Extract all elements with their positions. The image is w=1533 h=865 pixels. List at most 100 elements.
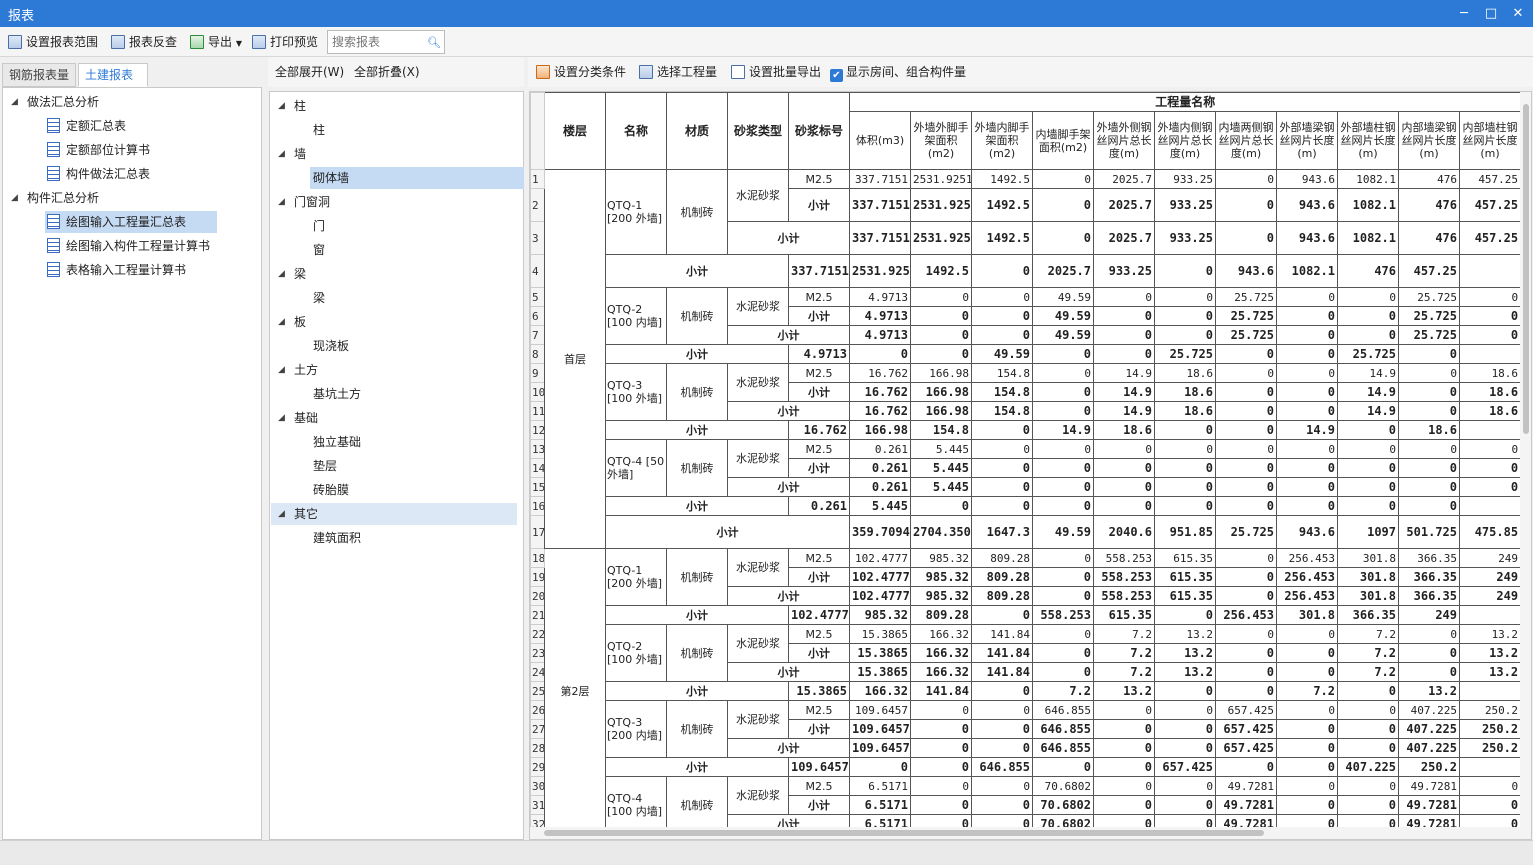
tree-item-quota-summary[interactable]: 定额汇总表 [47, 115, 126, 137]
value-cell[interactable]: 18.6 [1154, 382, 1216, 402]
value-cell[interactable]: 558.253 [1093, 586, 1155, 606]
value-cell[interactable]: 0 [1215, 401, 1277, 421]
value-cell[interactable]: 0 [1215, 567, 1277, 587]
value-cell[interactable]: 0 [1215, 477, 1277, 497]
value-cell[interactable]: 250.2 [1398, 757, 1460, 777]
value-cell[interactable]: 0 [1458, 795, 1522, 815]
value-cell[interactable]: 0 [910, 776, 972, 796]
value-cell[interactable]: 5.445 [910, 458, 972, 478]
value-cell[interactable]: 0 [1276, 287, 1338, 307]
value-cell[interactable]: 18.6 [1458, 363, 1522, 383]
value-cell[interactable]: 14.9 [1093, 401, 1155, 421]
value-cell[interactable]: 18.6 [1093, 420, 1155, 440]
value-cell[interactable]: 0 [910, 344, 972, 364]
value-cell[interactable]: 1082.1 [1337, 188, 1399, 222]
tree-node-item[interactable]: 门 [313, 215, 325, 237]
value-cell[interactable]: 0 [1032, 439, 1094, 459]
collapse-icon[interactable]: ◢ [278, 503, 288, 525]
value-cell[interactable]: 102.4777 [849, 586, 911, 606]
value-cell[interactable]: 7.2 [1093, 624, 1155, 644]
value-cell[interactable]: 475.85 [1458, 515, 1522, 549]
value-cell[interactable]: 154.8 [971, 401, 1033, 421]
value-cell[interactable]: 301.8 [1337, 567, 1399, 587]
tree-node-item[interactable]: 砖胎膜 [313, 479, 349, 501]
value-cell[interactable]: 0 [1093, 325, 1155, 345]
value-cell[interactable]: 166.98 [910, 401, 972, 421]
value-cell[interactable]: 0.261 [788, 496, 850, 516]
tree-node-item[interactable]: 砌体墙 [310, 167, 524, 189]
column-header[interactable]: 外部墙柱钢丝网片长度(m) [1337, 111, 1399, 170]
value-cell[interactable]: 0 [1276, 458, 1338, 478]
value-cell[interactable]: 0 [1154, 496, 1216, 516]
value-cell[interactable]: 558.253 [1093, 548, 1155, 568]
value-cell[interactable]: 1492.5 [971, 221, 1033, 255]
value-cell[interactable]: 0 [1458, 306, 1522, 326]
value-cell[interactable]: 1492.5 [971, 188, 1033, 222]
value-cell[interactable]: 0 [1032, 169, 1094, 189]
value-cell[interactable]: 25.725 [1215, 287, 1277, 307]
value-cell[interactable]: 13.2 [1398, 681, 1460, 701]
value-cell[interactable]: 0 [1276, 757, 1338, 777]
value-cell[interactable]: 0 [1398, 624, 1460, 644]
value-cell[interactable]: 49.7281 [1215, 776, 1277, 796]
value-cell[interactable]: 49.7281 [1398, 776, 1460, 796]
tab-rebar-report[interactable]: 钢筋报表量 [2, 63, 76, 87]
value-cell[interactable]: 2040.6 [1093, 515, 1155, 549]
value-cell[interactable]: 0 [910, 496, 972, 516]
value-cell[interactable]: 0 [1154, 605, 1216, 625]
value-cell[interactable]: 0 [1215, 643, 1277, 663]
value-cell[interactable]: 0 [1032, 221, 1094, 255]
value-cell[interactable]: 0 [1032, 548, 1094, 568]
value-cell[interactable]: 0 [971, 458, 1033, 478]
value-cell[interactable]: 109.6457 [849, 700, 911, 720]
value-cell[interactable]: 13.2 [1458, 662, 1522, 682]
value-cell[interactable]: 5.445 [849, 496, 911, 516]
value-cell[interactable]: 166.32 [910, 643, 972, 663]
value-cell[interactable]: 943.6 [1276, 515, 1338, 549]
value-cell[interactable]: 457.25 [1458, 169, 1522, 189]
value-cell[interactable]: 366.35 [1398, 586, 1460, 606]
value-cell[interactable]: 933.25 [1154, 221, 1216, 255]
value-cell[interactable]: 0 [1093, 700, 1155, 720]
batch-export-button[interactable]: 设置批量导出 [731, 63, 821, 81]
value-cell[interactable]: 0 [1093, 776, 1155, 796]
value-cell[interactable]: 7.2 [1093, 662, 1155, 682]
value-cell[interactable]: 141.84 [971, 662, 1033, 682]
column-header[interactable]: 外墙内侧钢丝网片总长度(m) [1154, 111, 1216, 170]
value-cell[interactable]: 49.7281 [1215, 795, 1277, 815]
value-cell[interactable]: 18.6 [1154, 401, 1216, 421]
value-cell[interactable]: 646.855 [1032, 738, 1094, 758]
value-cell[interactable]: 0 [1458, 287, 1522, 307]
tree-node-category[interactable]: ◢ 其它 [271, 503, 517, 525]
value-cell[interactable]: 0 [1337, 458, 1399, 478]
column-header[interactable]: 材质 [666, 92, 728, 170]
value-cell[interactable]: 359.7094 [849, 515, 911, 549]
value-cell[interactable]: 0 [910, 325, 972, 345]
value-cell[interactable]: 49.59 [1032, 515, 1094, 549]
column-header[interactable]: 砂浆标号 [788, 92, 850, 170]
value-cell[interactable]: 6.5171 [849, 776, 911, 796]
value-cell[interactable]: 951.85 [1154, 515, 1216, 549]
tree-node-item[interactable]: 梁 [313, 287, 325, 309]
collapse-icon[interactable]: ◢ [278, 191, 288, 213]
tab-civil-report[interactable]: 土建报表量 [78, 63, 148, 104]
value-cell[interactable]: 646.855 [1032, 719, 1094, 739]
value-cell[interactable]: 25.725 [1215, 306, 1277, 326]
value-cell[interactable]: 25.725 [1215, 515, 1277, 549]
value-cell[interactable]: 657.425 [1215, 700, 1277, 720]
value-cell[interactable]: 985.32 [910, 548, 972, 568]
value-cell[interactable]: 0 [1276, 643, 1338, 663]
value-cell[interactable]: 457.25 [1398, 254, 1460, 288]
value-cell[interactable]: 0 [1276, 363, 1338, 383]
value-cell[interactable]: 0.261 [849, 458, 911, 478]
value-cell[interactable]: 0 [1093, 344, 1155, 364]
value-cell[interactable]: 0 [1276, 776, 1338, 796]
value-cell[interactable]: 109.6457 [788, 757, 850, 777]
collapse-icon[interactable]: ◢ [278, 143, 288, 165]
collapse-icon[interactable]: ◢ [11, 91, 21, 113]
value-cell[interactable]: 2704.3501 [910, 515, 972, 549]
value-cell[interactable]: 0 [1215, 439, 1277, 459]
value-cell[interactable]: 558.253 [1032, 605, 1094, 625]
value-cell[interactable]: 0 [1215, 624, 1277, 644]
value-cell[interactable]: 301.8 [1337, 586, 1399, 606]
